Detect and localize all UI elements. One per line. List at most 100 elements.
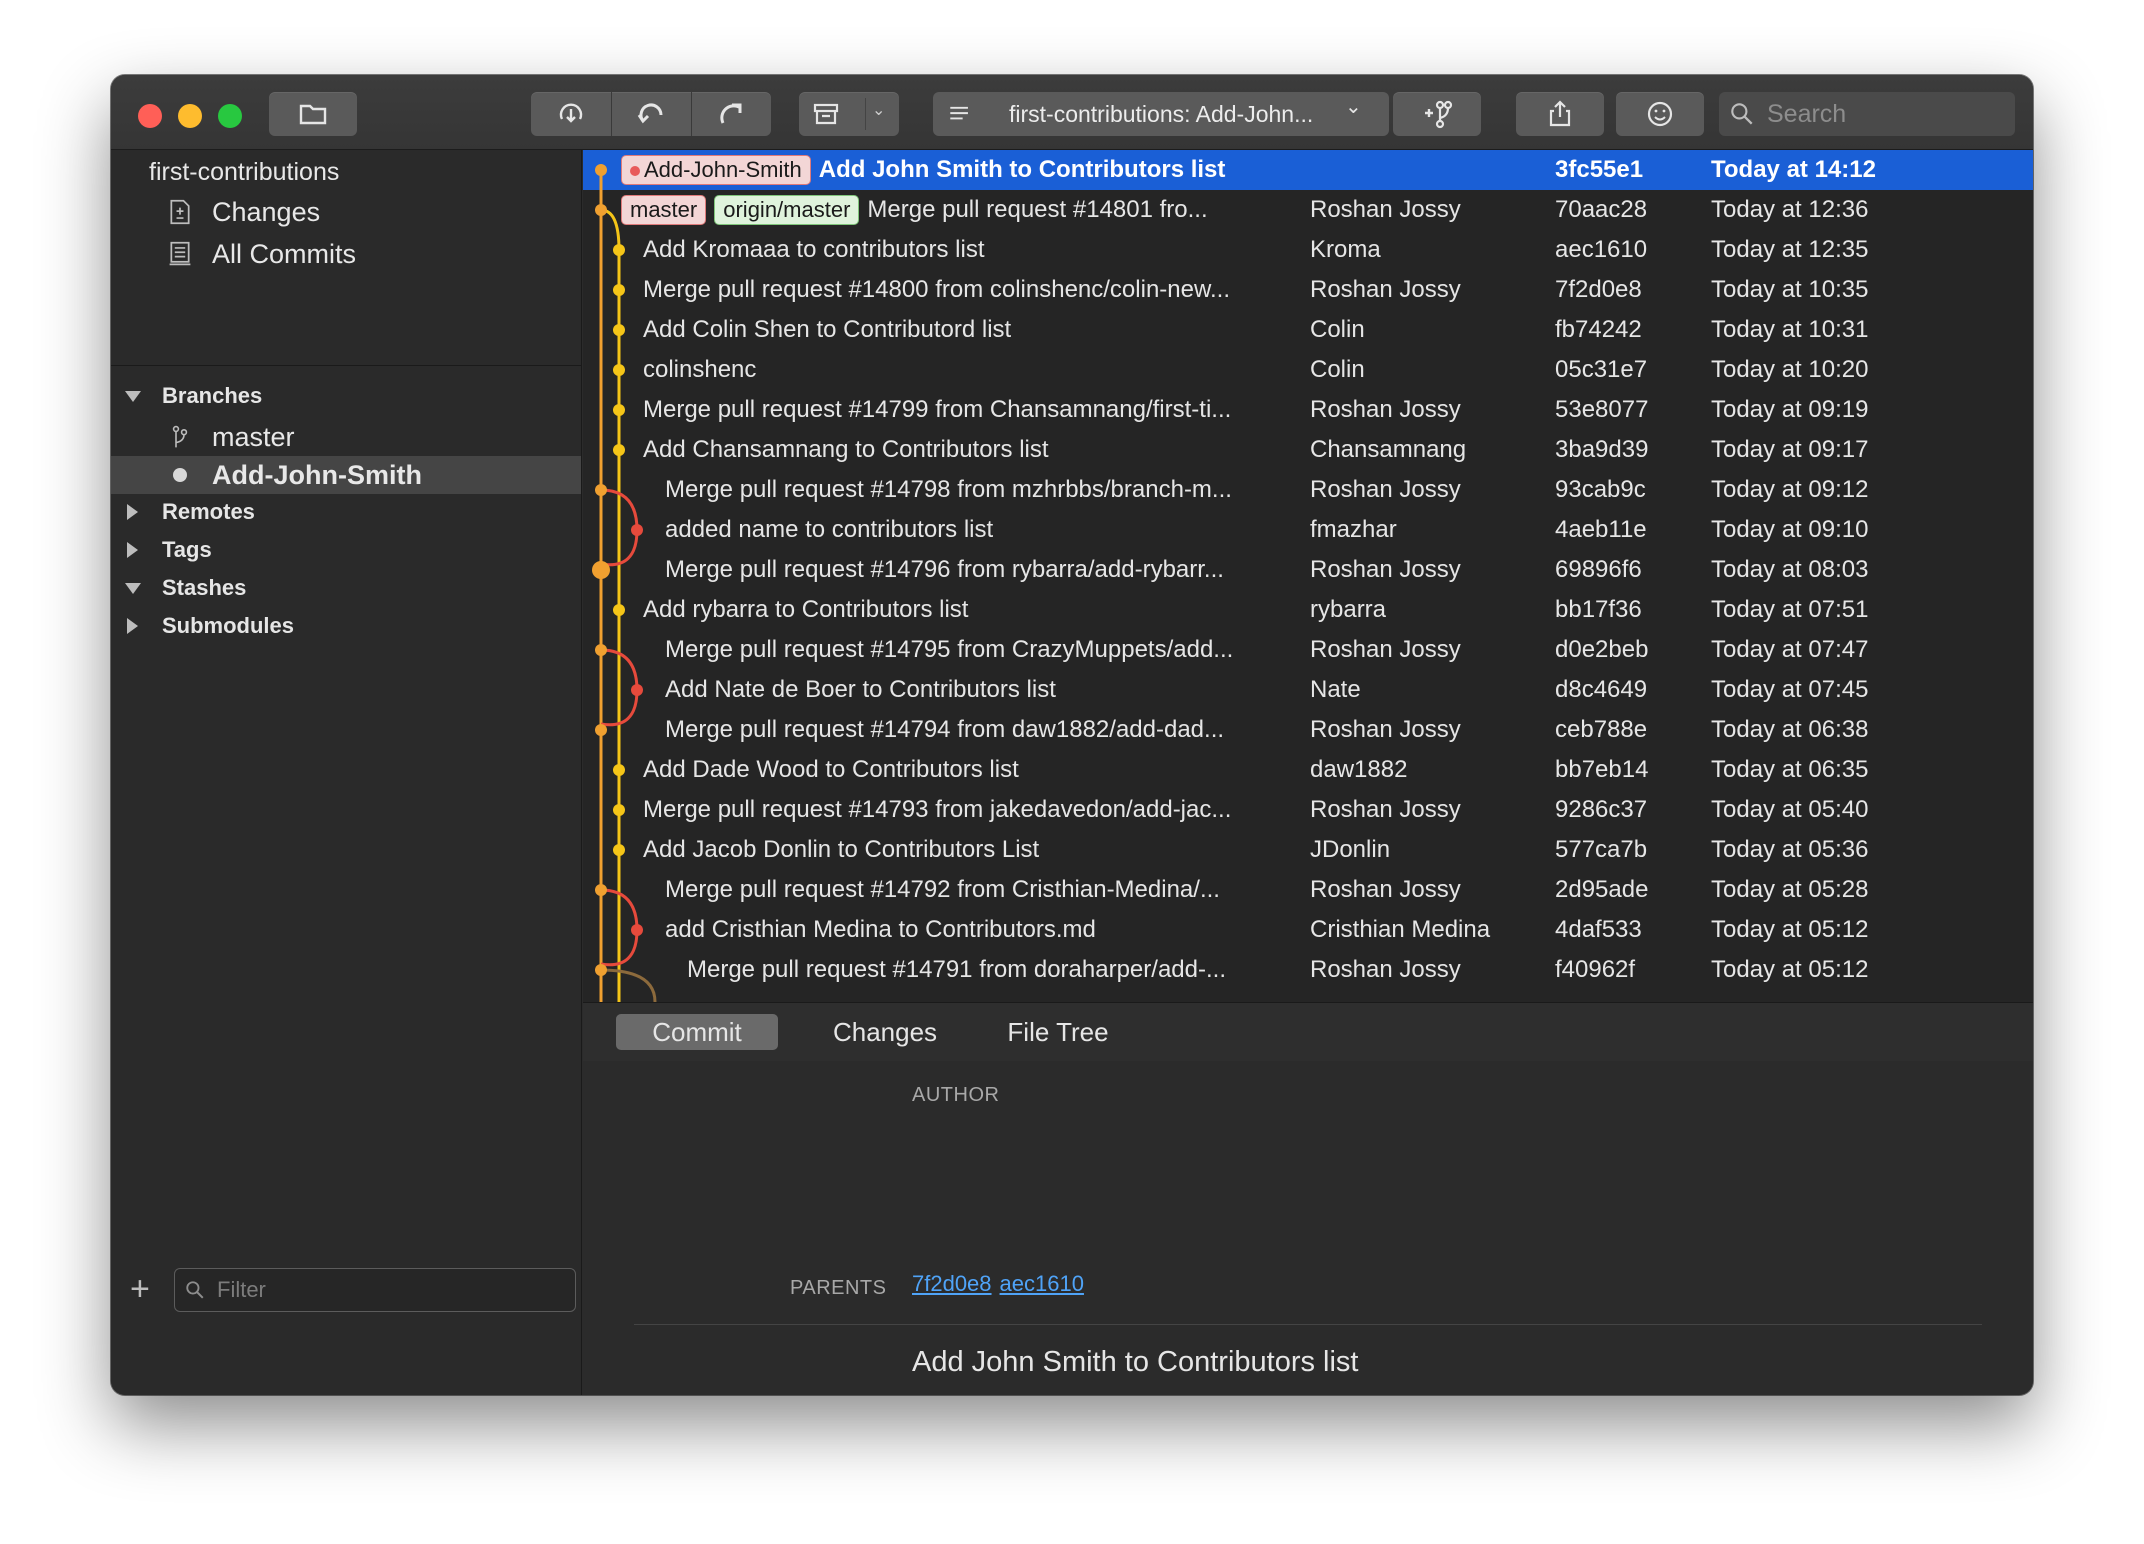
commit-row[interactable]: Add Kromaaa to contributors list Kroma aec… (583, 230, 2033, 270)
search-icon (1731, 103, 1753, 125)
commit-sha: bb17f36 (1555, 596, 1642, 623)
commit-author: Colin (1310, 356, 1365, 383)
section-label: Stashes (162, 575, 247, 600)
feedback-button[interactable] (1616, 92, 1704, 136)
commit-sha: 53e8077 (1555, 396, 1649, 423)
commit-row[interactable]: master origin/master Merge pull request #1… (583, 190, 2033, 230)
commit-message: Merge pull request #14800 from colinshen… (643, 276, 1230, 303)
minimize-window-button[interactable] (178, 104, 202, 128)
commit-author: Cristhian Medina (1310, 916, 1491, 943)
commit-row[interactable]: Add Dade Wood to Contributors list daw188… (583, 750, 2033, 790)
sidebar-item-branch-master[interactable]: master (111, 418, 581, 456)
commit-message-cell: Merge pull request #14791 from doraharpe… (687, 950, 1298, 990)
parent-link[interactable]: 7f2d0e8 (912, 1271, 992, 1296)
disclosure-collapsed-icon[interactable] (127, 542, 138, 558)
commit-message-cell: Merge pull request #14800 from colinshen… (643, 270, 1298, 310)
segment-divider (865, 98, 866, 130)
commit-row[interactable]: Merge pull request #14793 from jakedaved… (583, 790, 2033, 830)
commit-row[interactable]: Merge pull request #14800 from colinshen… (583, 270, 2033, 310)
commit-row[interactable]: Merge pull request #14796 from rybarra/a… (583, 550, 2033, 590)
commit-row[interactable]: Add Chansamnang to Contributors list Chan… (583, 430, 2033, 470)
new-branch-button[interactable] (1393, 92, 1481, 136)
commit-message: added name to contributors list (665, 516, 994, 543)
commit-subject: Add John Smith to Contributors list (912, 1346, 1359, 1378)
parents-label: PARENTS (790, 1277, 887, 1299)
commit-row[interactable]: Add Nate de Boer to Contributors list Nat… (583, 670, 2033, 710)
commit-row[interactable]: Add Jacob Donlin to Contributors List JDo… (583, 830, 2033, 870)
tab-changes[interactable]: Changes (805, 1014, 965, 1050)
disclosure-expanded-icon[interactable] (125, 390, 141, 402)
close-window-button[interactable] (138, 104, 162, 128)
commit-date: Today at 05:28 (1711, 876, 1869, 903)
commit-row[interactable]: Add-John-Smith Add John Smith to Contribu… (583, 150, 2033, 190)
commit-row[interactable]: added name to contributors list fmazhar 4a… (583, 510, 2033, 550)
commit-author: Roshan Jossy (1310, 796, 1461, 823)
commit-row[interactable]: add Cristhian Medina to Contributors.md C… (583, 910, 2033, 950)
fetch-button[interactable] (531, 92, 611, 136)
commit-date: Today at 05:12 (1711, 916, 1869, 943)
pull-button[interactable] (612, 92, 691, 136)
section-stashes[interactable]: Stashes (111, 571, 581, 605)
commit-row[interactable]: Add Colin Shen to Contributord list Colin… (583, 310, 2033, 350)
current-branch-dot-icon (165, 459, 195, 491)
disclosure-expanded-icon[interactable] (125, 582, 141, 594)
commit-message-cell: Merge pull request #14798 from mzhrbbs/b… (665, 470, 1298, 510)
sidebar-item-branch-add-john-smith[interactable]: Add-John-Smith (111, 456, 581, 494)
commit-sha: f40962f (1555, 956, 1636, 983)
commit-sha: 4aeb11e (1555, 516, 1647, 543)
tab-commit[interactable]: Commit (616, 1014, 778, 1050)
section-branches[interactable]: Branches (111, 379, 581, 413)
commit-message: Add Colin Shen to Contributord list (643, 316, 1012, 343)
show-repositories-button[interactable] (269, 92, 357, 136)
commit-node (595, 884, 607, 896)
commit-row[interactable]: Merge pull request #14791 from doraharpe… (583, 950, 2033, 990)
commit-sha: 93cab9c (1555, 476, 1646, 503)
commit-date: Today at 12:36 (1711, 196, 1869, 223)
sidebar-item-changes[interactable]: Changes (111, 193, 581, 231)
filter-input[interactable]: Filter (174, 1268, 576, 1312)
commit-message-cell: Add-John-Smith Add John Smith to Contribu… (621, 150, 1298, 190)
branch-selector-label: first-contributions: Add-John... (1009, 100, 1314, 127)
commit-message-cell: Add Nate de Boer to Contributors list (665, 670, 1298, 710)
search-field[interactable]: Search (1719, 92, 2015, 136)
zoom-window-button[interactable] (218, 104, 242, 128)
fetch-icon (559, 103, 583, 123)
commit-message-cell: Add Dade Wood to Contributors list (643, 750, 1298, 790)
commit-message: Merge pull request #14793 from jakedaved… (643, 796, 1232, 823)
commit-date: Today at 07:47 (1711, 636, 1869, 663)
commit-sha: 7f2d0e8 (1555, 276, 1642, 303)
commit-date: Today at 10:35 (1711, 276, 1869, 303)
commit-row[interactable]: Merge pull request #14794 from daw1882/a… (583, 710, 2033, 750)
section-remotes[interactable]: Remotes (111, 495, 581, 529)
tab-file-tree[interactable]: File Tree (983, 1014, 1133, 1050)
ref-badge[interactable]: origin/master (714, 195, 860, 225)
branch-selector[interactable]: first-contributions: Add-John... ⌄ (933, 92, 1389, 136)
chevron-down-icon[interactable]: ⌄ (872, 100, 885, 120)
commit-message: add Cristhian Medina to Contributors.md (665, 916, 1096, 943)
sidebar-item-all-commits[interactable]: All Commits (111, 235, 581, 273)
add-button[interactable]: + (130, 1271, 150, 1307)
commit-row[interactable]: Add rybarra to Contributors list rybarra b… (583, 590, 2033, 630)
disclosure-collapsed-icon[interactable] (127, 618, 138, 634)
commit-row[interactable]: Merge pull request #14799 from Chansamna… (583, 390, 2033, 430)
commit-author: Roshan Jossy (1310, 196, 1461, 223)
commit-sha: 70aac28 (1555, 196, 1648, 223)
section-tags[interactable]: Tags (111, 533, 581, 567)
commit-message-cell: Merge pull request #14795 from CrazyMupp… (665, 630, 1298, 670)
section-submodules[interactable]: Submodules (111, 609, 581, 643)
commit-node (613, 804, 625, 816)
list-icon (950, 106, 968, 120)
commit-author: Chansamnang (1310, 436, 1467, 463)
commit-row[interactable]: Merge pull request #14795 from CrazyMupp… (583, 630, 2033, 670)
stash-button[interactable]: ⌄ (799, 92, 899, 136)
commit-row[interactable]: Merge pull request #14798 from mzhrbbs/b… (583, 470, 2033, 510)
commit-row[interactable]: colinshenc Colin 05c31e7 Today at 10:20 (583, 350, 2033, 390)
share-button[interactable] (1516, 92, 1604, 136)
commit-message-cell: master origin/master Merge pull request #1… (621, 190, 1298, 230)
commit-row[interactable]: Merge pull request #14792 from Cristhian… (583, 870, 2033, 910)
commit-list: Add-John-Smith Add John Smith to Contribu… (583, 150, 2033, 1002)
changes-icon (165, 196, 195, 228)
parent-link[interactable]: aec1610 (1000, 1271, 1084, 1296)
push-button[interactable] (692, 92, 771, 136)
disclosure-collapsed-icon[interactable] (127, 504, 138, 520)
